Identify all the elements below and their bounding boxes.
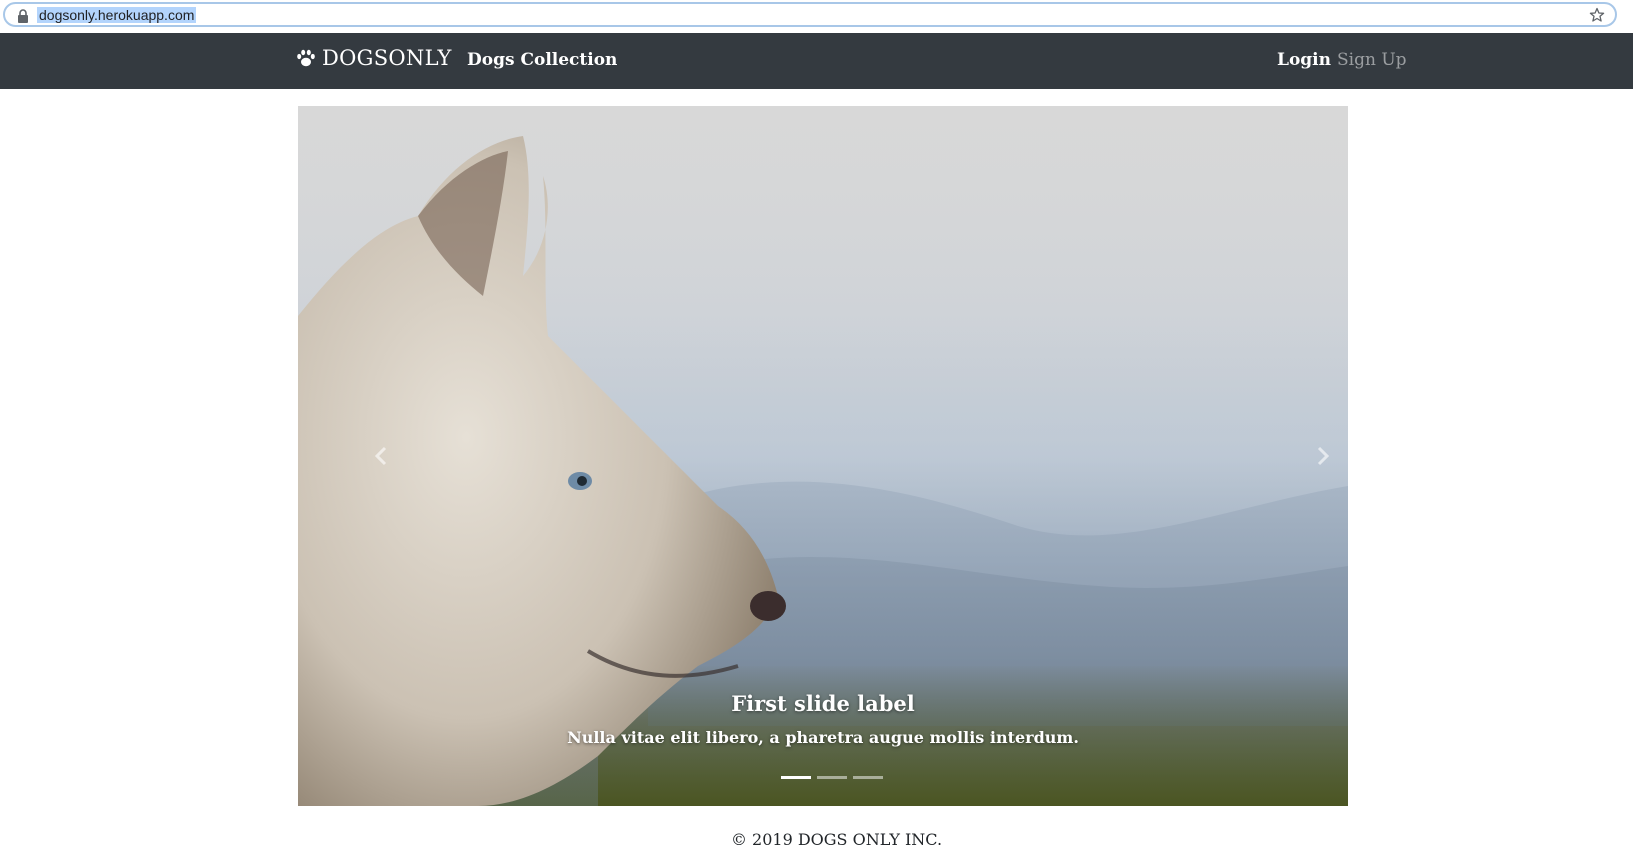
carousel-indicator-3[interactable] bbox=[852, 776, 883, 779]
carousel-indicator-1[interactable] bbox=[780, 776, 811, 779]
nav-signup-link[interactable]: Sign Up bbox=[1337, 50, 1407, 70]
chevron-left-icon bbox=[374, 446, 387, 466]
paw-icon bbox=[297, 49, 315, 67]
image-carousel: First slide label Nulla vitae elit liber… bbox=[298, 106, 1348, 806]
url-text[interactable]: dogsonly.herokuapp.com bbox=[37, 7, 197, 23]
footer-copyright: © 2019 DOGS ONLY INC. bbox=[730, 830, 943, 849]
brand-name: DOGSONLY bbox=[322, 46, 452, 70]
slide-caption-title: First slide label bbox=[731, 691, 915, 716]
nav-dogs-collection-link[interactable]: Dogs Collection bbox=[467, 50, 617, 70]
carousel-prev-button[interactable] bbox=[361, 436, 401, 476]
browser-toolbar: dogsonly.herokuapp.com bbox=[0, 0, 1633, 33]
brand-logo-link[interactable]: DOGSONLY bbox=[296, 46, 452, 70]
chevron-right-icon bbox=[1317, 446, 1330, 466]
carousel-next-button[interactable] bbox=[1303, 436, 1343, 476]
carousel-indicators bbox=[298, 776, 1348, 779]
navbar: DOGSONLY Dogs Collection Login Sign Up bbox=[0, 33, 1633, 89]
lock-icon[interactable] bbox=[17, 9, 29, 23]
carousel-indicator-2[interactable] bbox=[816, 776, 847, 779]
star-icon[interactable] bbox=[1589, 7, 1605, 23]
nav-login-link[interactable]: Login bbox=[1277, 50, 1331, 70]
slide-caption-text: Nulla vitae elit libero, a pharetra augu… bbox=[567, 728, 1079, 747]
address-bar[interactable]: dogsonly.herokuapp.com bbox=[3, 2, 1617, 27]
